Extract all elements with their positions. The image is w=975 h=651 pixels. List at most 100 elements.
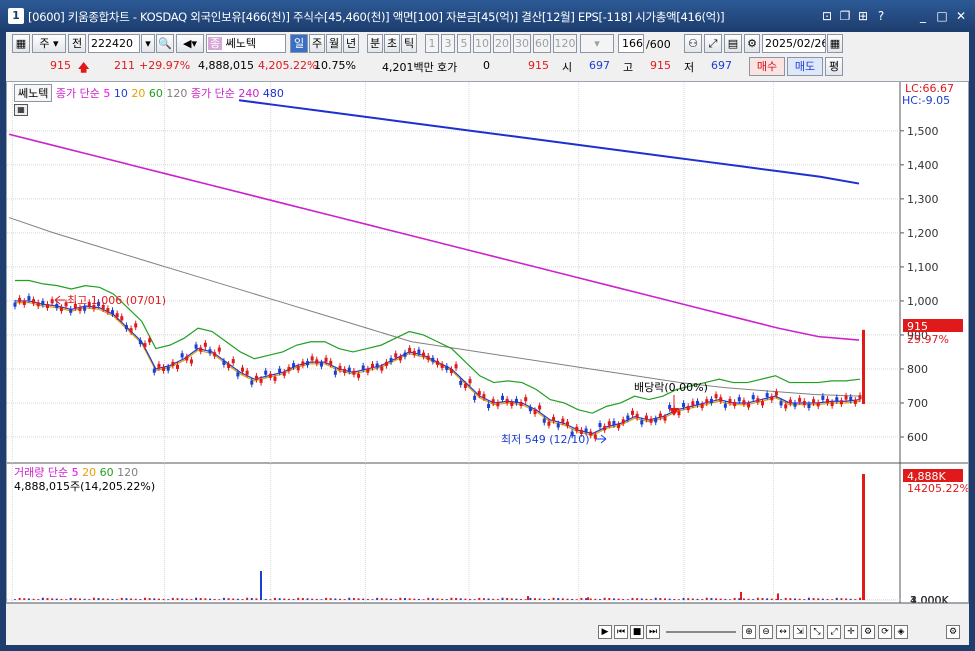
scroll-right-icon[interactable]: ▶ [598, 625, 612, 639]
candle-body [603, 426, 607, 431]
count-input[interactable]: 166 [618, 34, 644, 53]
volume-bar [520, 598, 523, 600]
volume-spike [777, 593, 779, 600]
settings-icon[interactable]: ⚙ [946, 625, 960, 639]
candle-body [709, 398, 713, 403]
prev-button[interactable]: 전 [68, 34, 86, 53]
zoom-out-icon[interactable]: ⊖ [759, 625, 773, 639]
candle-body [431, 357, 435, 362]
scroll-end-icon[interactable]: ⏮ [614, 625, 628, 639]
interval-60[interactable]: 60 [533, 34, 551, 53]
tab-week[interactable]: 주 [309, 34, 325, 53]
ma-title: 종가 단순 [55, 87, 100, 100]
candle-body [222, 360, 226, 365]
fit-icon[interactable]: ⤡ [810, 625, 824, 639]
candle-body [482, 394, 486, 399]
window-number: 1 [8, 8, 24, 24]
interval-20[interactable]: 20 [493, 34, 511, 53]
candle-body [422, 352, 426, 357]
compress-icon[interactable]: ⇲ [793, 625, 807, 639]
candle-body [496, 402, 500, 407]
interval-30[interactable]: 30 [513, 34, 531, 53]
count-total: /600 [646, 38, 671, 51]
candle-body [654, 418, 658, 423]
custom-interval[interactable]: ▾ [580, 34, 614, 53]
volume-bar [287, 598, 290, 600]
save-icon[interactable]: ▤ [724, 34, 742, 53]
volume-bar [543, 598, 546, 600]
volume-bar [566, 598, 569, 600]
candle-body [148, 338, 152, 343]
candle-body [440, 363, 444, 368]
ma-line-종가-단순-480 [238, 99, 860, 185]
tab-second[interactable]: 초 [384, 34, 400, 53]
help-icon[interactable]: ? [874, 9, 888, 23]
zoom-in-icon[interactable]: ⊕ [742, 625, 756, 639]
minimize-icon[interactable]: _ [916, 9, 930, 23]
calendar-icon[interactable]: ▦ [827, 34, 843, 53]
candle-body [835, 397, 839, 402]
gear-icon[interactable]: ⚙ [861, 625, 875, 639]
candle-body [737, 397, 741, 402]
interval-10[interactable]: 10 [473, 34, 491, 53]
rating-button[interactable]: 평 [825, 57, 843, 76]
zoom-slider[interactable] [666, 631, 736, 633]
move-icon[interactable]: ↔ [776, 625, 790, 639]
expand-icon[interactable]: ⤢ [827, 625, 841, 639]
candle-body [111, 310, 114, 315]
chart-area[interactable]: 1,500 1,400 1,300 1,200 1,100 1,000 900 800 700 6… [6, 81, 969, 604]
tab-tick[interactable]: 틱 [401, 34, 417, 53]
candle-body [528, 407, 532, 412]
tab-minute[interactable]: 분 [367, 34, 383, 53]
tab-month[interactable]: 월 [326, 34, 342, 53]
tab-day[interactable]: 일 [290, 34, 308, 53]
volume-bar [701, 599, 704, 600]
candle-body [343, 368, 347, 374]
interval-120[interactable]: 120 [553, 34, 577, 53]
price-chart[interactable]: 1,5001,4001,3001,2001,1001,0009008007006… [7, 82, 968, 603]
analysis-icon[interactable]: ⚇ [684, 34, 702, 53]
candle-body [640, 420, 644, 425]
buy-button[interactable]: 매수 [749, 57, 785, 76]
sell-button[interactable]: 매도 [787, 57, 823, 76]
volume-bar [469, 598, 471, 600]
candle-body [231, 359, 235, 364]
dropdown-icon[interactable]: ▾ [141, 34, 155, 53]
interval-1[interactable]: 1 [425, 34, 439, 53]
search-icon[interactable]: 🔍 [156, 34, 174, 53]
volume-bar [766, 598, 769, 600]
candle-body [180, 353, 184, 358]
pin-icon[interactable]: ◈ [894, 625, 908, 639]
candle-body [106, 308, 110, 313]
crosshair-icon[interactable]: ✛ [844, 625, 858, 639]
gear-icon[interactable]: ⚙ [744, 34, 760, 53]
volume-bar [650, 599, 653, 600]
stop-icon[interactable]: ■ [630, 625, 644, 639]
stock-code-input[interactable]: 222420 [88, 34, 140, 53]
sound-icon[interactable]: ◀▾ [176, 34, 204, 53]
window-title: [0600] 키움종합차트 - KOSDAQ 외국인보유[466(천)] 주식수… [28, 10, 725, 24]
maximize-icon[interactable]: □ [935, 9, 949, 23]
interval-5[interactable]: 5 [457, 34, 471, 53]
draw-icon[interactable]: ⤢ [704, 34, 722, 53]
refresh-icon[interactable]: ⟳ [878, 625, 892, 639]
play-icon[interactable]: ⏭ [646, 625, 660, 639]
close-icon[interactable]: ✕ [954, 9, 968, 23]
candle-body [83, 306, 87, 311]
restore-icon[interactable]: ⊡ [820, 9, 834, 23]
stock-name-tag[interactable]: 쎄노텍 [14, 84, 53, 102]
date-input[interactable]: 2025/02/26 [762, 34, 826, 53]
window-icon[interactable]: ❐ [838, 9, 852, 23]
stock-name-field[interactable]: 종 쎄노텍 [206, 34, 286, 53]
candle-body [143, 343, 147, 348]
table-icon[interactable]: ▦ [14, 104, 28, 116]
candle-body [329, 360, 333, 365]
candle-body [18, 297, 22, 302]
tab-year[interactable]: 년 [343, 34, 359, 53]
period-select[interactable]: 주 ▾ [32, 34, 66, 53]
interval-3[interactable]: 3 [441, 34, 455, 53]
volume-bar [654, 597, 657, 600]
candle-body [584, 428, 588, 433]
grid-icon[interactable]: ▦ [12, 34, 30, 53]
lock-icon[interactable]: ⊞ [856, 9, 870, 23]
